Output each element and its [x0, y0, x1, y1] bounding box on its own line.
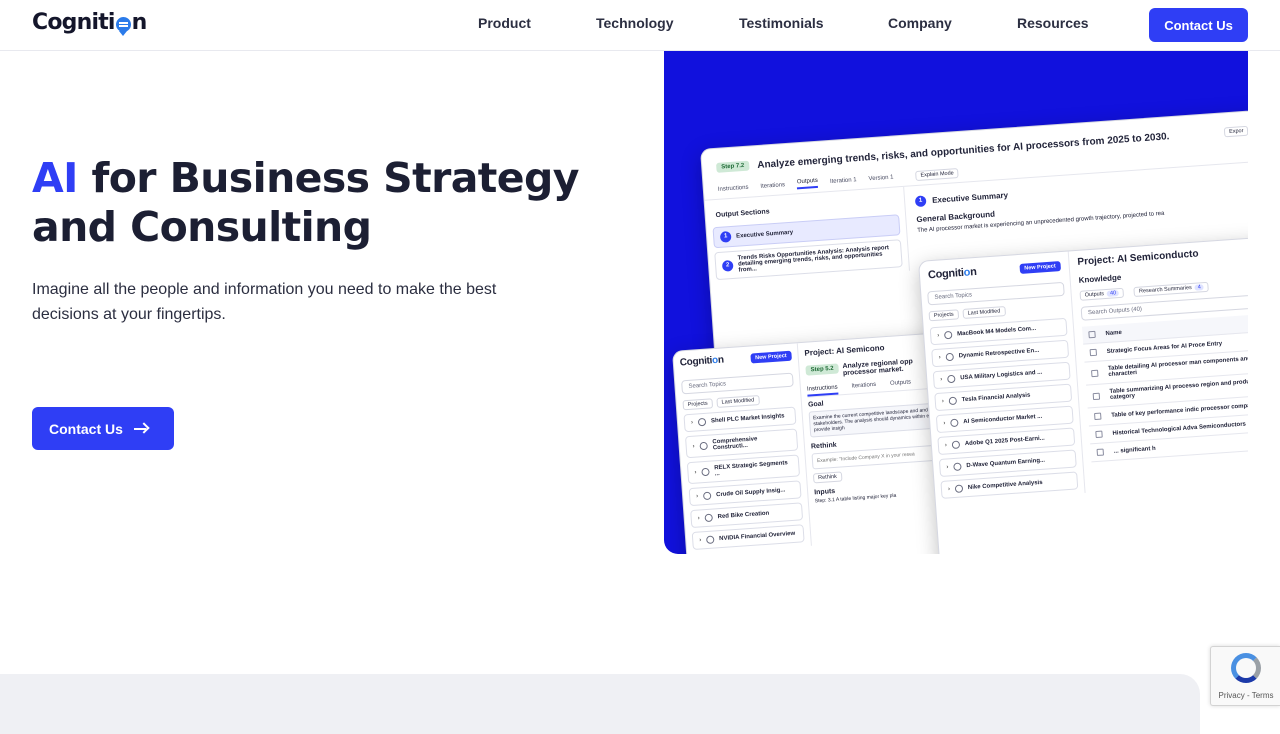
new-project-button: New Project — [1018, 261, 1062, 274]
arrow-right-icon — [133, 423, 149, 435]
project-title: Project: AI Semiconducto — [1077, 248, 1199, 268]
export-button: Expor — [1223, 125, 1248, 138]
explain-mode-toggle: Explain Mode — [915, 168, 960, 182]
outputs-tab: Outputs 40 — [1079, 287, 1125, 301]
person-icon — [702, 491, 712, 501]
list-item: › Shell PLC Market Insights — [683, 406, 797, 433]
nav-product[interactable]: Product — [478, 15, 531, 31]
nav-company[interactable]: Company — [888, 15, 952, 31]
search-topics: Search Topics — [927, 281, 1065, 306]
list-item: › Comprehensive Constructi... — [684, 428, 799, 459]
exec-summary-heading: Executive Summary — [931, 190, 1009, 205]
header-contact-button[interactable]: Contact Us — [1149, 8, 1248, 42]
person-icon — [945, 352, 955, 362]
next-section-background — [0, 674, 1200, 734]
step-badge: Step 7.2 — [716, 160, 750, 173]
nav-technology[interactable]: Technology — [596, 15, 674, 31]
list-item: › Nike Competitive Analysis — [940, 471, 1079, 499]
mini-logo: Cognition — [927, 265, 977, 282]
person-icon — [704, 513, 713, 523]
tab-instructions: Instructions — [717, 184, 749, 193]
person-icon — [705, 535, 715, 545]
logo-text-end: n — [131, 10, 148, 35]
list-item: › RELX Strategic Segments ... — [686, 454, 801, 485]
hero-title-line1: for Business Strategy — [77, 154, 579, 202]
person-icon — [947, 374, 956, 384]
mini-logo: Cognition — [679, 354, 725, 369]
recaptcha-icon — [1231, 653, 1261, 683]
list-item: › Crude Oil Supply Insig... — [688, 480, 802, 507]
tab-outputs: Outputs — [796, 177, 819, 190]
product-preview-panel: Step 7.2 Analyze emerging trends, risks,… — [664, 51, 1248, 554]
person-icon — [953, 462, 962, 472]
new-project-button: New Project — [749, 350, 792, 364]
cognition-logo[interactable]: Cogniti n — [32, 10, 148, 36]
list-item: › NVIDIA Financial Overview — [691, 524, 805, 551]
logo-text-start: Cogniti — [32, 10, 115, 35]
chat-bubble-icon — [115, 16, 131, 36]
hero-subtitle: Imagine all the people and information y… — [32, 281, 497, 323]
research-summaries-tab: Research Summaries 4 — [1133, 281, 1210, 297]
list-item: › Red Bike Creation — [690, 502, 804, 529]
person-icon — [950, 418, 959, 428]
preview-card-right: Cognition New Project Search Topics Proj… — [918, 235, 1248, 554]
search-topics: Search Topics — [681, 372, 794, 395]
hero-contact-label: Contact Us — [49, 420, 123, 437]
hero-title-accent: AI — [32, 154, 78, 202]
person-icon — [954, 484, 964, 493]
person-icon — [948, 396, 958, 406]
tab-iterations: Iterations — [760, 182, 786, 190]
recaptcha-badge[interactable]: Privacy - Terms — [1210, 646, 1280, 706]
nav-testimonials[interactable]: Testimonials — [739, 15, 824, 31]
person-icon — [701, 467, 710, 477]
nav-resources[interactable]: Resources — [1017, 15, 1089, 31]
site-header: Cogniti n Product Technology Testimonials… — [0, 0, 1280, 51]
tab-version-1: Version 1 — [868, 174, 894, 183]
hero-contact-button[interactable]: Contact Us — [32, 407, 174, 450]
person-icon — [697, 417, 707, 427]
recaptcha-links[interactable]: Privacy - Terms — [1211, 691, 1280, 700]
person-icon — [943, 330, 953, 340]
section-num: 1 — [914, 195, 927, 208]
person-icon — [951, 440, 961, 450]
tab-iteration-1: Iteration 1 — [829, 177, 857, 186]
hero-title-line2: and Consulting — [32, 203, 372, 251]
hero-title: AI for Business Strategy and Consulting — [32, 154, 592, 252]
person-icon — [699, 441, 708, 451]
